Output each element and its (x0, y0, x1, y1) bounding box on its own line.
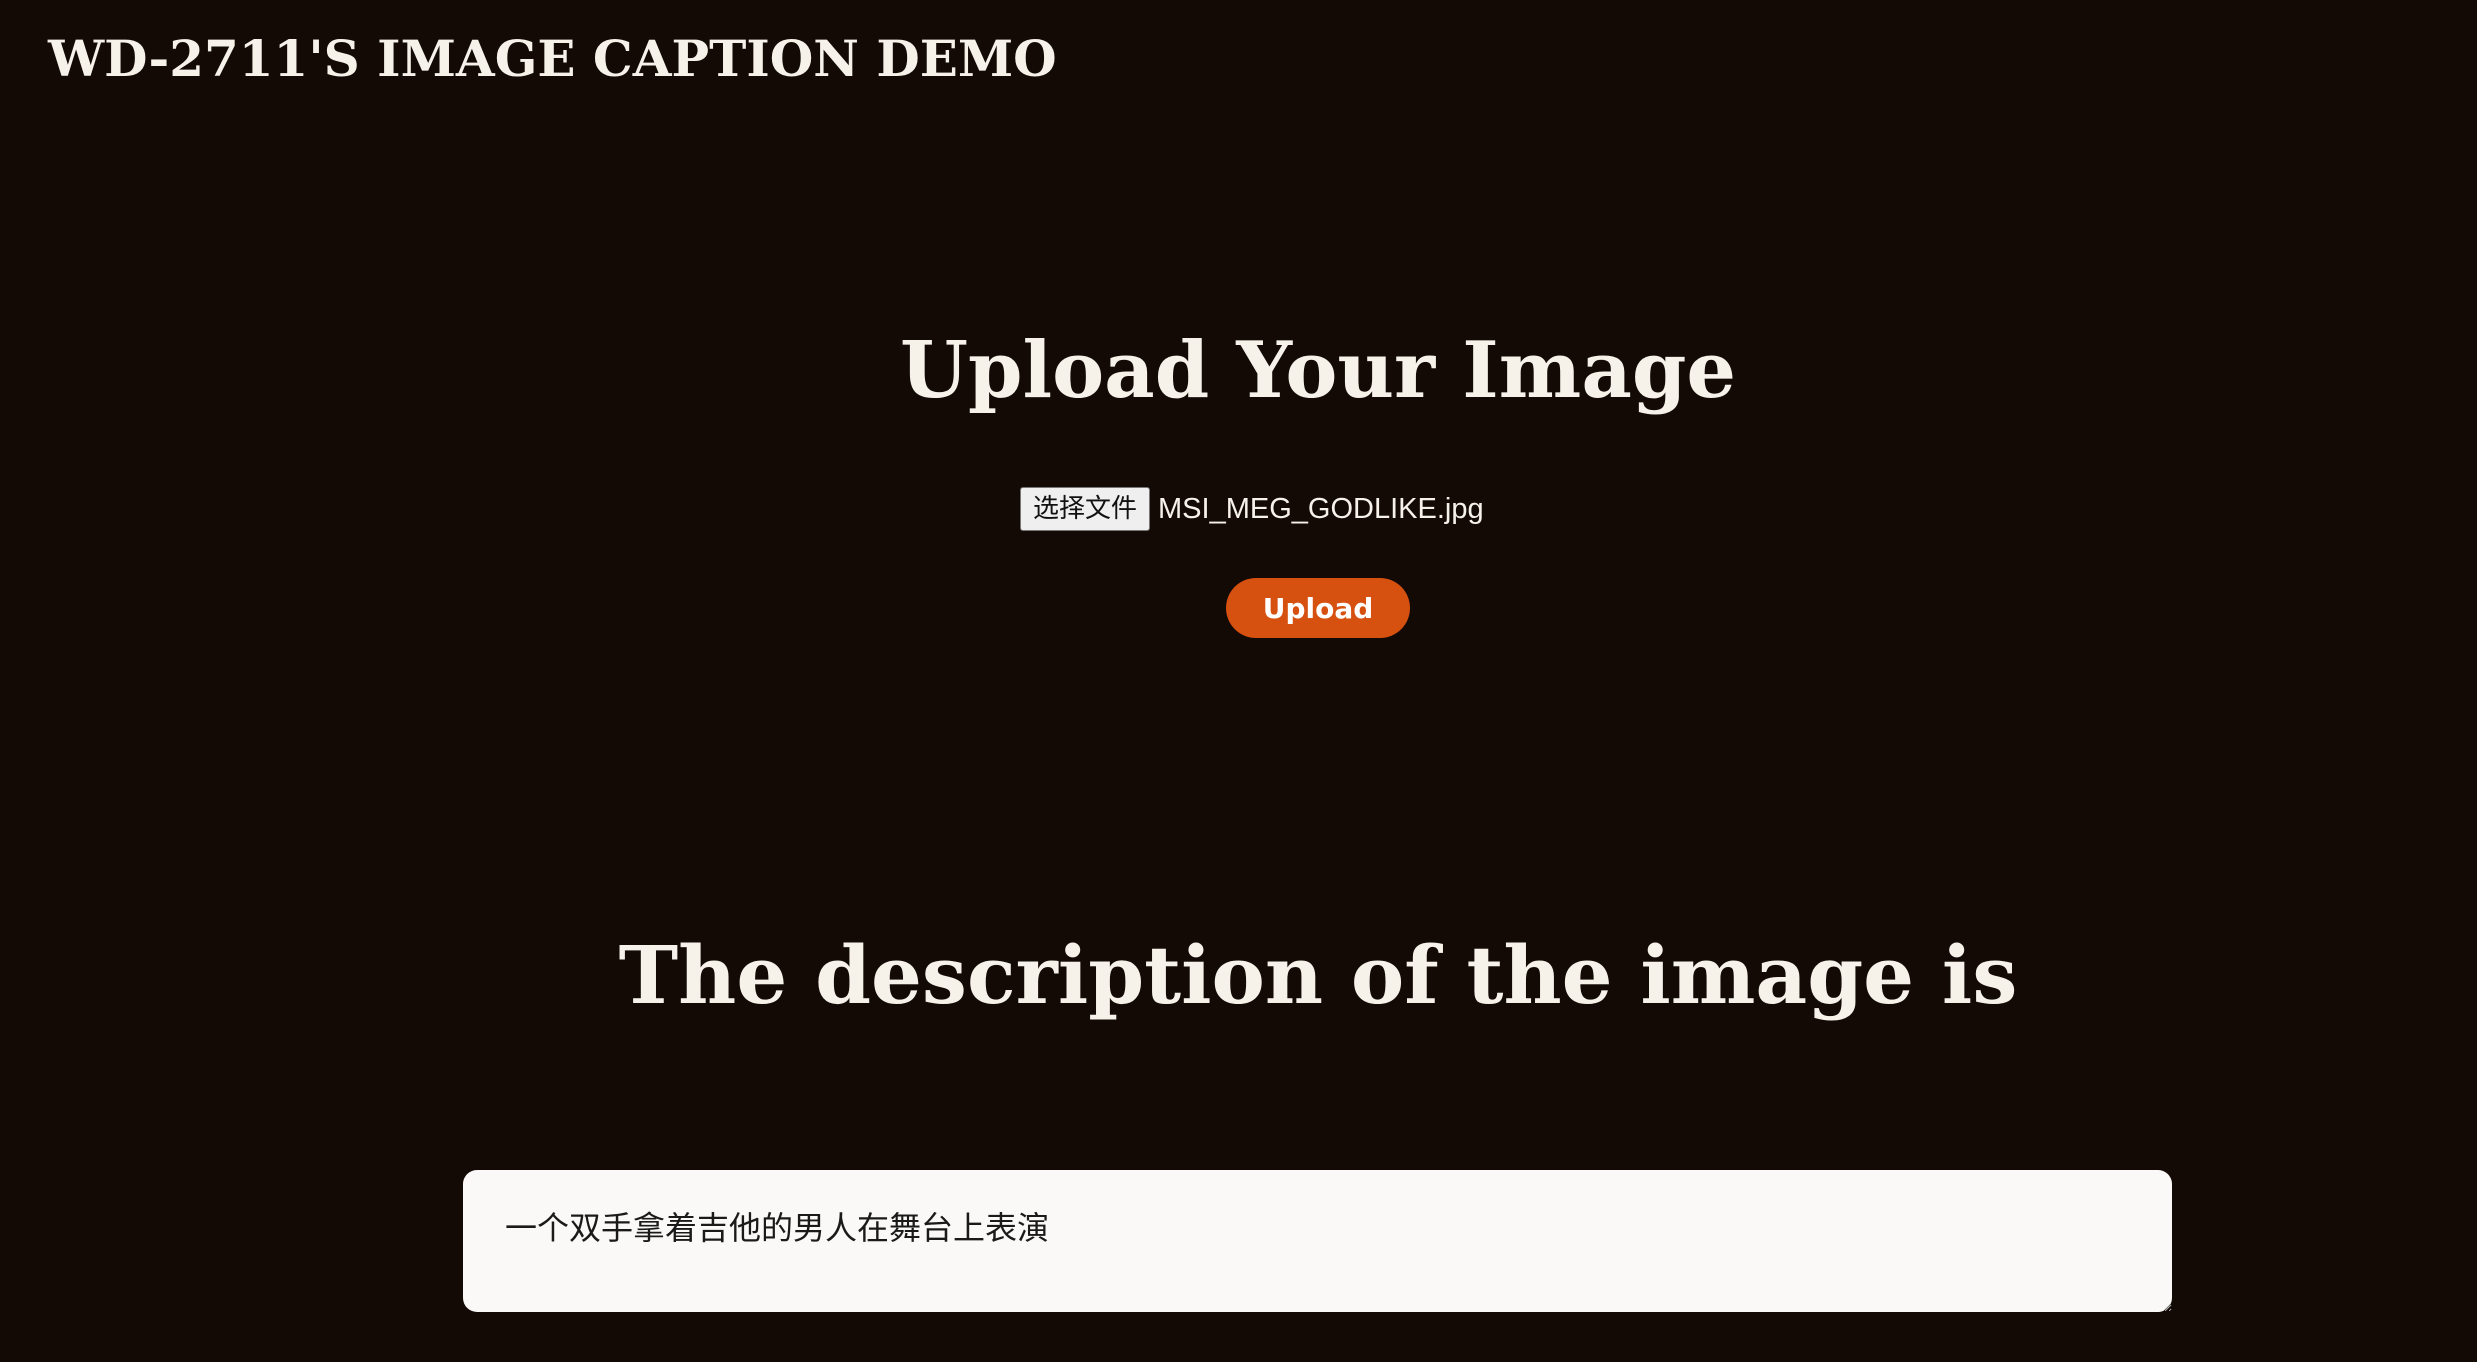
description-heading: The description of the image is (618, 928, 2018, 1022)
site-title: WD-2711'S IMAGE CAPTION DEMO (48, 29, 1057, 88)
selected-file-name: MSI_MEG_GODLIKE.jpg (1158, 492, 1484, 525)
file-picker: 选择文件 MSI_MEG_GODLIKE.jpg (1020, 486, 1484, 532)
choose-file-button[interactable]: 选择文件 (1020, 487, 1151, 531)
upload-heading: Upload Your Image (899, 325, 1737, 416)
upload-button[interactable]: Upload (1226, 578, 1410, 638)
caption-output[interactable]: 一个双手拿着吉他的男人在舞台上表演 (463, 1170, 2172, 1312)
